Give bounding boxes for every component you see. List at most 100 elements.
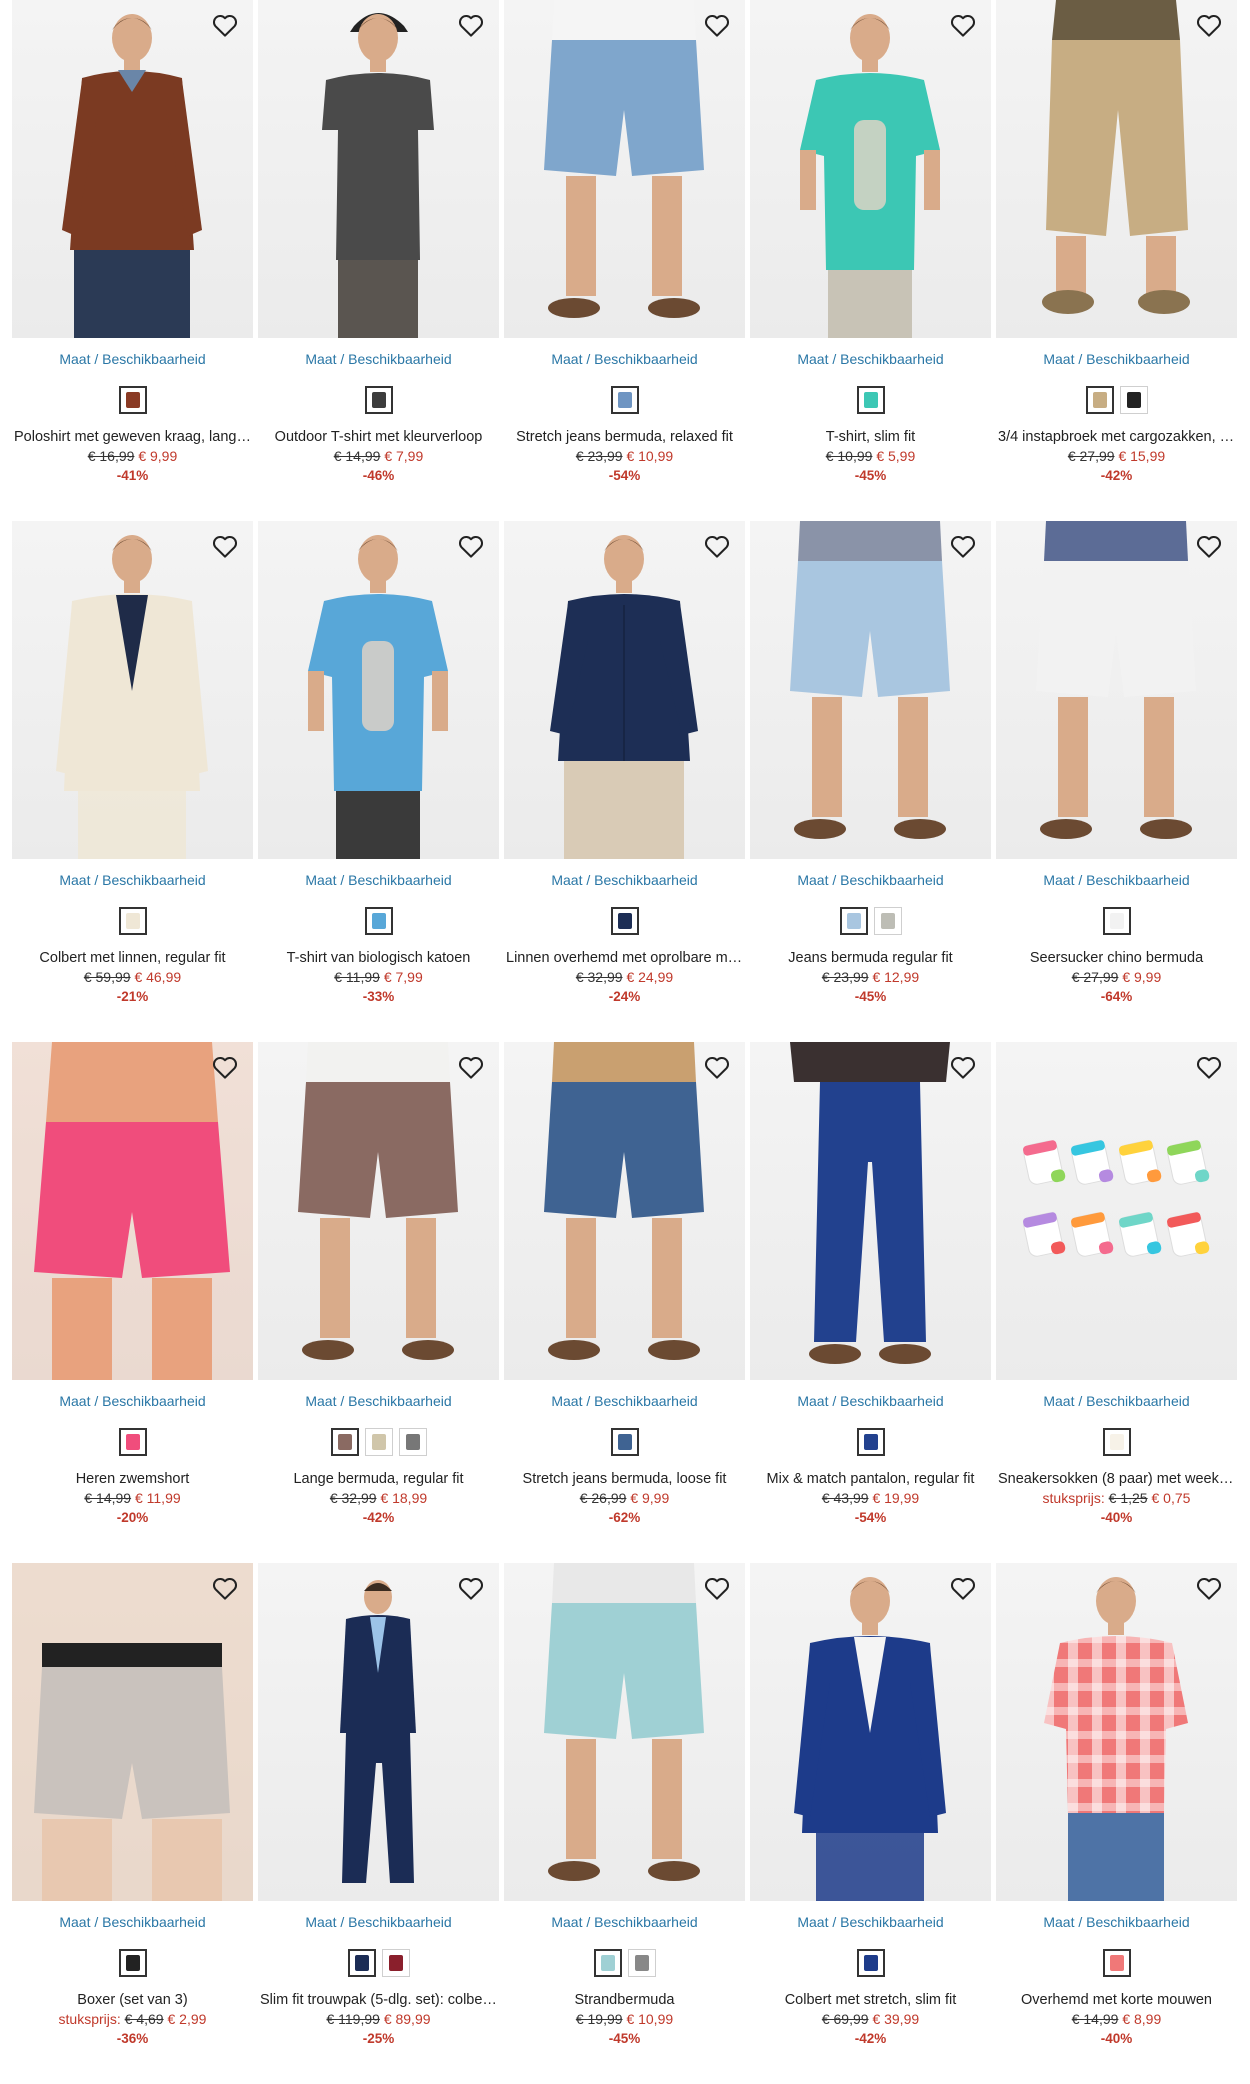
product-image[interactable] (258, 1563, 499, 1901)
size-availability-link[interactable]: Maat / Beschikbaarheid (12, 871, 253, 889)
product-image[interactable] (996, 0, 1237, 338)
product-title[interactable]: Lange bermuda, regular fit (258, 1470, 499, 1489)
product-card[interactable]: Maat / Beschikbaarheid T-shirt, slim fit… (750, 0, 991, 521)
product-card[interactable]: Maat / Beschikbaarheid Outdoor T-shirt m… (258, 0, 499, 521)
heart-icon[interactable] (455, 9, 487, 41)
product-image[interactable] (504, 1042, 745, 1380)
size-availability-link[interactable]: Maat / Beschikbaarheid (750, 350, 991, 368)
product-title[interactable]: Colbert met linnen, regular fit (12, 949, 253, 968)
product-image[interactable] (504, 0, 745, 338)
product-title[interactable]: Overhemd met korte mouwen (996, 1991, 1237, 2010)
heart-icon[interactable] (947, 9, 979, 41)
heart-icon[interactable] (1193, 530, 1225, 562)
color-swatch[interactable] (610, 907, 639, 935)
product-card[interactable]: Maat / Beschikbaarheid 3/4 instapbroek m… (996, 0, 1237, 521)
size-availability-link[interactable]: Maat / Beschikbaarheid (12, 1392, 253, 1410)
heart-icon[interactable] (209, 530, 241, 562)
size-availability-link[interactable]: Maat / Beschikbaarheid (504, 1913, 745, 1931)
color-swatch[interactable] (118, 386, 147, 414)
size-availability-link[interactable]: Maat / Beschikbaarheid (258, 1392, 499, 1410)
size-availability-link[interactable]: Maat / Beschikbaarheid (258, 871, 499, 889)
product-title[interactable]: Stretch jeans bermuda, relaxed fit (504, 428, 745, 447)
size-availability-link[interactable]: Maat / Beschikbaarheid (504, 350, 745, 368)
product-card[interactable]: Maat / Beschikbaarheid Colbert met linne… (12, 521, 253, 1042)
color-swatch[interactable] (839, 907, 868, 935)
product-title[interactable]: Jeans bermuda regular fit (750, 949, 991, 968)
product-card[interactable]: Maat / Beschikbaarheid Heren zwemshort €… (12, 1042, 253, 1563)
product-title[interactable]: 3/4 instapbroek met cargozakken, regular… (996, 428, 1237, 447)
heart-icon[interactable] (1193, 1572, 1225, 1604)
product-image[interactable] (750, 0, 991, 338)
product-card[interactable]: Maat / Beschikbaarheid Colbert met stret… (750, 1563, 991, 2084)
product-card[interactable]: Maat / Beschikbaarheid Sneakersokken (8 … (996, 1042, 1237, 1563)
product-image[interactable] (504, 521, 745, 859)
product-card[interactable]: Maat / Beschikbaarheid T-shirt van biolo… (258, 521, 499, 1042)
product-title[interactable]: T-shirt van biologisch katoen (258, 949, 499, 968)
product-title[interactable]: Poloshirt met geweven kraag, lange mouw (12, 428, 253, 447)
color-swatch[interactable] (364, 1428, 393, 1456)
size-availability-link[interactable]: Maat / Beschikbaarheid (996, 1913, 1237, 1931)
heart-icon[interactable] (455, 1051, 487, 1083)
color-swatch[interactable] (118, 1428, 147, 1456)
heart-icon[interactable] (701, 9, 733, 41)
product-title[interactable]: Stretch jeans bermuda, loose fit (504, 1470, 745, 1489)
product-image[interactable] (12, 0, 253, 338)
product-title[interactable]: Seersucker chino bermuda (996, 949, 1237, 968)
product-image[interactable] (504, 1563, 745, 1901)
product-card[interactable]: Maat / Beschikbaarheid Seersucker chino … (996, 521, 1237, 1042)
product-title[interactable]: T-shirt, slim fit (750, 428, 991, 447)
color-swatch[interactable] (1102, 1428, 1131, 1456)
heart-icon[interactable] (455, 530, 487, 562)
color-swatch[interactable] (856, 1949, 885, 1977)
heart-icon[interactable] (701, 1572, 733, 1604)
product-image[interactable] (12, 1563, 253, 1901)
size-availability-link[interactable]: Maat / Beschikbaarheid (258, 350, 499, 368)
product-title[interactable]: Sneakersokken (8 paar) met weekdagen (996, 1470, 1237, 1489)
product-image[interactable] (258, 1042, 499, 1380)
product-image[interactable] (750, 521, 991, 859)
product-card[interactable]: Maat / Beschikbaarheid Boxer (set van 3)… (12, 1563, 253, 2084)
product-card[interactable]: Maat / Beschikbaarheid Linnen overhemd m… (504, 521, 745, 1042)
product-card[interactable]: Maat / Beschikbaarheid Jeans bermuda reg… (750, 521, 991, 1042)
size-availability-link[interactable]: Maat / Beschikbaarheid (504, 871, 745, 889)
product-title[interactable]: Linnen overhemd met oprolbare mouwen (504, 949, 745, 968)
color-swatch[interactable] (347, 1949, 376, 1977)
size-availability-link[interactable]: Maat / Beschikbaarheid (996, 1392, 1237, 1410)
product-image[interactable] (996, 1042, 1237, 1380)
color-swatch[interactable] (118, 907, 147, 935)
heart-icon[interactable] (209, 1572, 241, 1604)
product-card[interactable]: Maat / Beschikbaarheid Slim fit trouwpak… (258, 1563, 499, 2084)
product-title[interactable]: Slim fit trouwpak (5-dlg. set): colbert,… (258, 1991, 499, 2010)
product-image[interactable] (996, 521, 1237, 859)
color-swatch[interactable] (856, 1428, 885, 1456)
heart-icon[interactable] (701, 1051, 733, 1083)
color-swatch[interactable] (364, 907, 393, 935)
product-card[interactable]: Maat / Beschikbaarheid Poloshirt met gew… (12, 0, 253, 521)
product-image[interactable] (258, 0, 499, 338)
size-availability-link[interactable]: Maat / Beschikbaarheid (12, 350, 253, 368)
size-availability-link[interactable]: Maat / Beschikbaarheid (258, 1913, 499, 1931)
product-image[interactable] (996, 1563, 1237, 1901)
product-image[interactable] (258, 521, 499, 859)
color-swatch[interactable] (856, 386, 885, 414)
color-swatch[interactable] (364, 386, 393, 414)
color-swatch[interactable] (1085, 386, 1114, 414)
heart-icon[interactable] (701, 530, 733, 562)
color-swatch[interactable] (873, 907, 902, 935)
heart-icon[interactable] (1193, 9, 1225, 41)
color-swatch[interactable] (1119, 386, 1148, 414)
color-swatch[interactable] (398, 1428, 427, 1456)
heart-icon[interactable] (209, 1051, 241, 1083)
color-swatch[interactable] (627, 1949, 656, 1977)
heart-icon[interactable] (455, 1572, 487, 1604)
product-title[interactable]: Outdoor T-shirt met kleurverloop (258, 428, 499, 447)
color-swatch[interactable] (1102, 907, 1131, 935)
color-swatch[interactable] (381, 1949, 410, 1977)
size-availability-link[interactable]: Maat / Beschikbaarheid (750, 1913, 991, 1931)
product-title[interactable]: Mix & match pantalon, regular fit (750, 1470, 991, 1489)
product-card[interactable]: Maat / Beschikbaarheid Mix & match panta… (750, 1042, 991, 1563)
product-image[interactable] (750, 1563, 991, 1901)
size-availability-link[interactable]: Maat / Beschikbaarheid (12, 1913, 253, 1931)
color-swatch[interactable] (1102, 1949, 1131, 1977)
product-card[interactable]: Maat / Beschikbaarheid Overhemd met kort… (996, 1563, 1237, 2084)
